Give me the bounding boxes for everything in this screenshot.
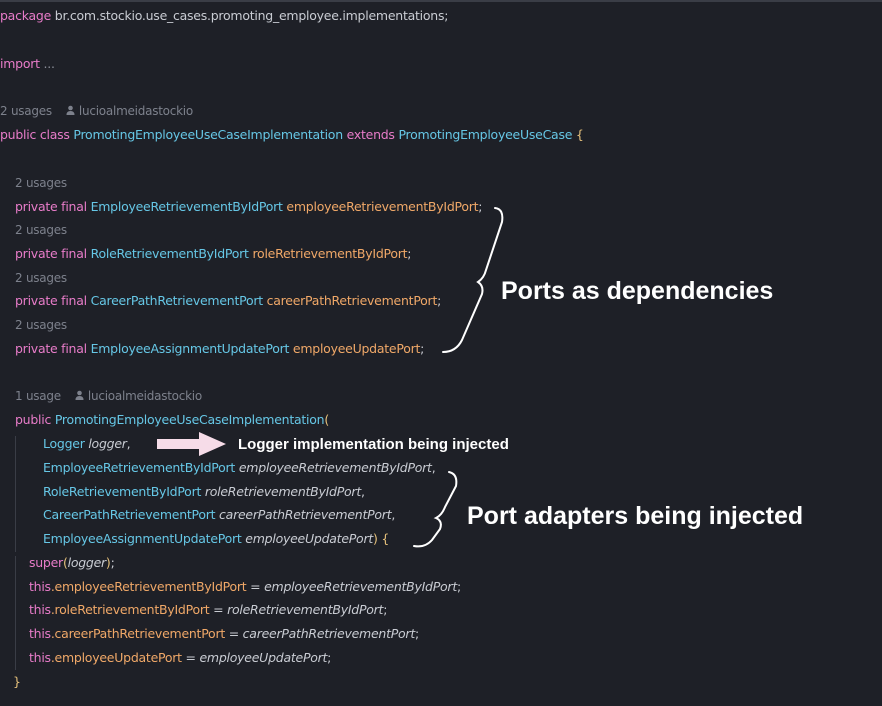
ports-annotation: Ports as dependencies bbox=[501, 277, 774, 305]
curly-brace-icon bbox=[413, 471, 458, 548]
annotation-overlay bbox=[157, 207, 504, 548]
adapters-annotation: Port adapters being injected bbox=[467, 502, 804, 530]
curly-brace-icon bbox=[442, 207, 504, 353]
logger-annotation: Logger implementation being injected bbox=[238, 436, 509, 453]
right-arrow-icon bbox=[157, 432, 226, 456]
